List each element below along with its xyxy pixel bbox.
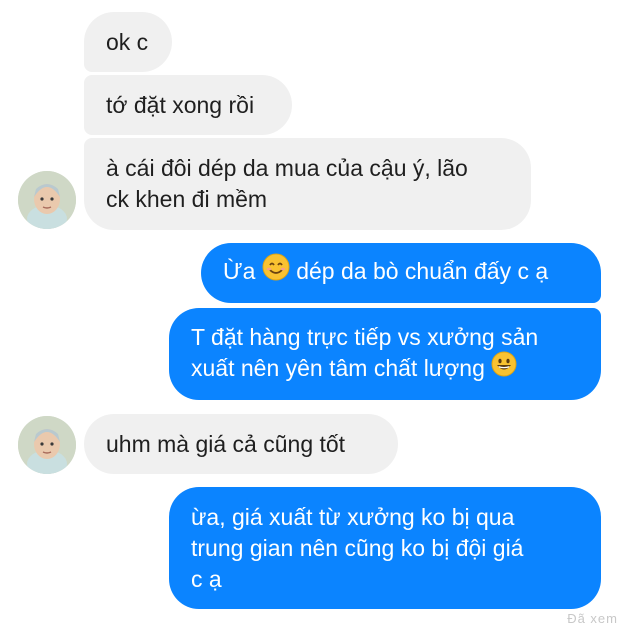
message-text: c ạ [191, 565, 222, 592]
baby-photo-icon [18, 171, 76, 229]
incoming-message[interactable]: tớ đặt xong rồi [84, 75, 292, 135]
message-text: trung gian nên cũng ko bị đội giá [191, 534, 524, 561]
message-text: ok c [106, 28, 149, 55]
seen-status: Đã xem [567, 611, 618, 626]
message-text: tớ đặt xong rồi [106, 91, 255, 118]
baby-photo-icon [18, 416, 76, 474]
incoming-message[interactable]: à cái đôi dép da mua của cậu ý, lão ck k… [84, 138, 531, 230]
contact-avatar[interactable] [18, 416, 76, 474]
message-text: à cái đôi dép da mua của cậu ý, lão [106, 155, 468, 181]
message-text: ừa, giá xuất từ xưởng ko bị qua [191, 503, 515, 530]
message-text: dép da bò chuẩn đấy c ạ [289, 258, 549, 285]
message-text: uhm mà giá cả cũng tốt [106, 430, 346, 457]
contact-avatar[interactable] [18, 171, 76, 229]
incoming-message[interactable]: uhm mà giá cả cũng tốt [84, 414, 398, 474]
outgoing-message[interactable]: ừa, giá xuất từ xưởng ko bị qua trung gi… [169, 487, 601, 609]
message-text: xuất nên yên tâm chất lượng [191, 354, 492, 381]
outgoing-message[interactable]: T đặt hàng trực tiếp vs xưởng sản xuất n… [169, 308, 601, 400]
outgoing-message[interactable]: Ừa dép da bò chuẩn đấy c ạ [201, 243, 601, 303]
message-text: T đặt hàng trực tiếp vs xưởng sản [191, 323, 539, 350]
message-text: ck khen đi mềm [106, 186, 268, 212]
incoming-message[interactable]: ok c [84, 12, 172, 72]
smiling-face-emoji-icon [262, 253, 290, 289]
message-text: Ừa [223, 258, 262, 285]
grinning-face-emoji-icon [491, 351, 517, 385]
